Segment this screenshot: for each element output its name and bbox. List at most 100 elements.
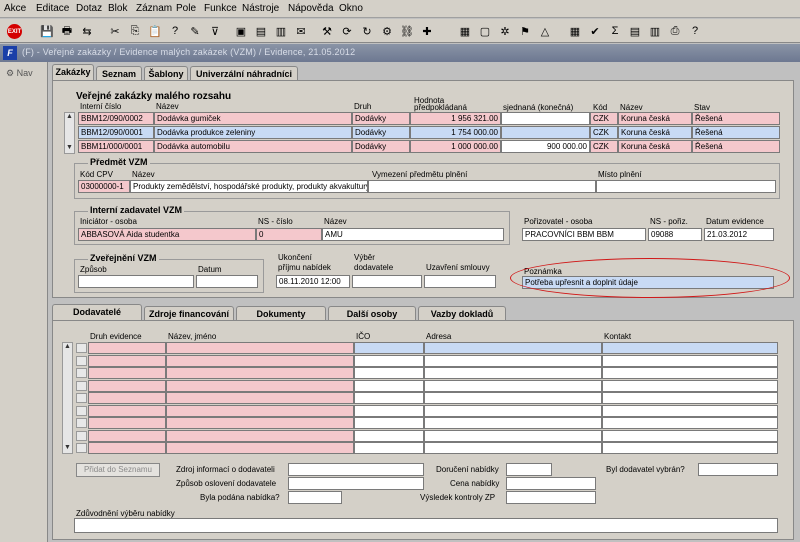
zpusob-osloveni-field[interactable]: [288, 477, 424, 490]
vysledek-field[interactable]: [506, 491, 596, 504]
gear-icon[interactable]: ✲: [496, 22, 514, 40]
row-nazev[interactable]: Dodávka automobilu: [154, 140, 352, 153]
kontakt-cell[interactable]: [602, 404, 778, 417]
help-icon[interactable]: ?: [686, 22, 704, 40]
kontakt-cell[interactable]: [602, 354, 778, 367]
disabled-tool-icon[interactable]: ⇆: [78, 22, 96, 40]
ico-cell[interactable]: [354, 417, 424, 429]
row-predpokladana[interactable]: 1 956 321.00: [410, 112, 501, 125]
kontakt-cell[interactable]: [602, 392, 778, 404]
druh-evidence-cell[interactable]: [88, 342, 166, 354]
kontakt-cell[interactable]: [602, 442, 778, 454]
menu-okno[interactable]: Okno: [339, 3, 363, 14]
row-nazev[interactable]: Dodávka gumiček: [154, 112, 352, 125]
export-icon[interactable]: ▥: [646, 22, 664, 40]
adresa-cell[interactable]: [424, 367, 602, 379]
exit-button[interactable]: EXIT: [6, 23, 23, 40]
row-kod[interactable]: CZK: [590, 112, 618, 125]
calculator-icon[interactable]: ▦: [456, 22, 474, 40]
porizovatel-field[interactable]: PRACOVNÍCI BBM BBM: [522, 228, 646, 241]
row-sjednana[interactable]: [501, 112, 590, 125]
warning-icon[interactable]: △: [536, 22, 554, 40]
vymezeni-field[interactable]: [368, 180, 596, 193]
druh-evidence-cell[interactable]: [88, 379, 166, 392]
row-interni[interactable]: BBM12/090/0001: [78, 126, 154, 139]
druh-evidence-cell[interactable]: [88, 392, 166, 404]
tool-icon[interactable]: ⚒: [318, 22, 336, 40]
nazev-jmeno-cell[interactable]: [166, 354, 354, 367]
row-kod[interactable]: CZK: [590, 126, 618, 139]
druh-evidence-cell[interactable]: [88, 442, 166, 454]
ico-cell[interactable]: [354, 442, 424, 454]
zduvodneni-field[interactable]: [74, 518, 778, 533]
link-icon[interactable]: ⛓: [398, 22, 416, 40]
menu-editace[interactable]: Editace: [36, 3, 69, 14]
adresa-cell[interactable]: [424, 442, 602, 454]
menu-dotaz[interactable]: Dotaz: [76, 3, 102, 14]
row-mena[interactable]: Koruna česká: [618, 112, 692, 125]
ico-cell[interactable]: [354, 429, 424, 442]
ico-cell[interactable]: [354, 379, 424, 392]
row-sjednana[interactable]: [501, 126, 590, 139]
row-selector[interactable]: [76, 405, 87, 416]
druh-evidence-cell[interactable]: [88, 354, 166, 367]
print-icon[interactable]: 🖶: [58, 22, 76, 40]
dodavatele-scrollbar[interactable]: ▲ ▼: [62, 342, 73, 454]
row-kod[interactable]: CZK: [590, 140, 618, 153]
ns-poriz-field[interactable]: 09088: [648, 228, 702, 241]
row-stav[interactable]: Řešená: [692, 112, 780, 125]
row-selector[interactable]: [76, 343, 87, 353]
scroll-up-icon[interactable]: ▲: [64, 343, 71, 350]
druh-evidence-cell[interactable]: [88, 367, 166, 379]
adresa-cell[interactable]: [424, 429, 602, 442]
row-stav[interactable]: Řešená: [692, 126, 780, 139]
ns-field[interactable]: 0: [256, 228, 322, 241]
nazev-jmeno-cell[interactable]: [166, 367, 354, 379]
sum-icon[interactable]: Σ: [606, 22, 624, 40]
menu-napoveda[interactable]: Nápověda: [288, 3, 334, 14]
nav-toggle[interactable]: ⚙ Nav: [6, 68, 33, 79]
list-scrollbar[interactable]: ▲ ▼: [64, 112, 75, 154]
pridat-do-seznamu-button[interactable]: Přidat do Seznamu: [76, 463, 160, 477]
document-icon[interactable]: ▢: [476, 22, 494, 40]
datum-evidence-field[interactable]: 21.03.2012: [704, 228, 774, 241]
paste-icon[interactable]: 📋: [146, 22, 164, 40]
menu-nastroje[interactable]: Nástroje: [242, 3, 279, 14]
row-druh[interactable]: Dodávky: [352, 126, 410, 139]
menu-akce[interactable]: Akce: [4, 3, 26, 14]
flag-icon[interactable]: ⚑: [516, 22, 534, 40]
row-mena[interactable]: Koruna česká: [618, 140, 692, 153]
query-icon[interactable]: ?: [166, 22, 184, 40]
misto-field[interactable]: [596, 180, 776, 193]
save-icon[interactable]: 💾: [38, 22, 56, 40]
nazev-jmeno-cell[interactable]: [166, 417, 354, 429]
delete-record-icon[interactable]: ▤: [252, 22, 270, 40]
ico-cell[interactable]: [354, 342, 424, 354]
zpusob-field[interactable]: [78, 275, 194, 288]
nazev-jmeno-cell[interactable]: [166, 404, 354, 417]
ico-cell[interactable]: [354, 354, 424, 367]
row-selector[interactable]: [76, 418, 87, 428]
row-mena[interactable]: Koruna česká: [618, 126, 692, 139]
edit-icon[interactable]: ✎: [186, 22, 204, 40]
row-selector[interactable]: [76, 430, 87, 441]
vybran-field[interactable]: [698, 463, 778, 476]
attachment-icon[interactable]: ⎙: [666, 22, 684, 40]
nazev-jmeno-cell[interactable]: [166, 442, 354, 454]
record-icon[interactable]: ▥: [272, 22, 290, 40]
ico-cell[interactable]: [354, 367, 424, 379]
cena-field[interactable]: [506, 477, 596, 490]
copy-icon[interactable]: ⎘: [126, 22, 144, 40]
zdroj-field[interactable]: [288, 463, 424, 476]
row-interni[interactable]: BBM12/090/0002: [78, 112, 154, 125]
iniciator-field[interactable]: ABBASOVÁ Aida studentka: [78, 228, 256, 241]
filter-icon[interactable]: ⊽: [206, 22, 224, 40]
row-interni[interactable]: BBM11/000/0001: [78, 140, 154, 153]
menu-zaznam[interactable]: Záznam: [136, 3, 172, 14]
kontakt-cell[interactable]: [602, 367, 778, 379]
insert-record-icon[interactable]: ▣: [232, 22, 250, 40]
druh-evidence-cell[interactable]: [88, 429, 166, 442]
scroll-up-icon[interactable]: ▲: [66, 113, 73, 120]
menu-funkce[interactable]: Funkce: [204, 3, 237, 14]
add-icon[interactable]: ✚: [418, 22, 436, 40]
